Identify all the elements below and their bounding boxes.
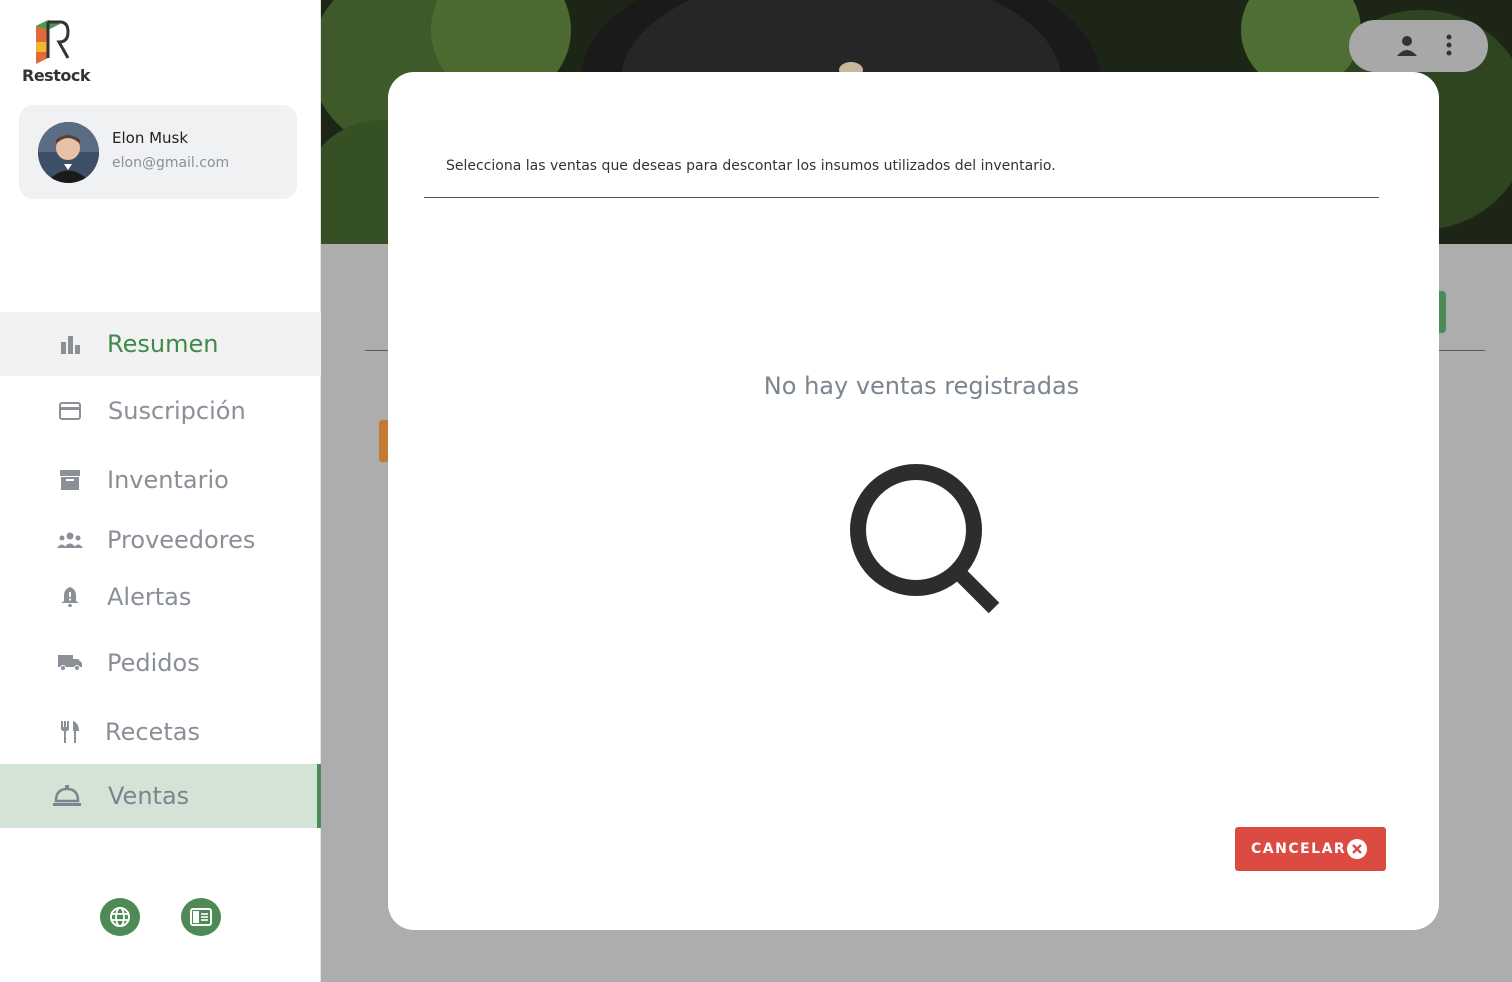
book-icon xyxy=(190,908,212,926)
sidebar-item-suscripcion[interactable]: Suscripción xyxy=(0,379,321,443)
sidebar-item-recetas[interactable]: Recetas xyxy=(0,700,321,764)
avatar xyxy=(38,122,99,183)
modal-description: Selecciona las ventas que deseas para de… xyxy=(446,158,1056,174)
sidebar-item-label: Alertas xyxy=(107,583,192,611)
logo[interactable]: Restock xyxy=(22,18,92,85)
room-service-bell-icon xyxy=(53,782,81,810)
sidebar-item-label: Proveedores xyxy=(107,526,256,554)
app-name: Restock xyxy=(22,66,90,85)
sidebar-item-label: Recetas xyxy=(105,718,200,746)
globe-icon xyxy=(110,907,130,927)
sidebar-item-proveedores[interactable]: Proveedores xyxy=(0,508,321,572)
sidebar-item-label: Inventario xyxy=(107,466,229,494)
bell-alert-icon xyxy=(56,583,84,611)
sales-select-modal: Selecciona las ventas que deseas para de… xyxy=(388,72,1439,930)
person-icon[interactable] xyxy=(1396,35,1418,57)
empty-state-message: No hay ventas registradas xyxy=(763,372,1080,400)
docs-button[interactable] xyxy=(181,898,221,936)
sidebar-item-label: Suscripción xyxy=(108,397,246,425)
search-icon xyxy=(850,464,1000,614)
sidebar: Restock Elon Musk elon@gmail.com Resumen… xyxy=(0,0,321,982)
sidebar-item-inventario[interactable]: Inventario xyxy=(0,448,321,512)
cancel-button[interactable]: CANCELAR xyxy=(1235,827,1386,871)
close-circle-icon xyxy=(1347,839,1367,859)
modal-divider xyxy=(424,197,1379,198)
fork-knife-icon xyxy=(56,718,84,746)
sidebar-item-alertas[interactable]: Alertas xyxy=(0,565,321,629)
more-vertical-icon[interactable] xyxy=(1445,34,1453,56)
truck-icon xyxy=(56,649,84,677)
sidebar-item-label: Pedidos xyxy=(107,649,200,677)
profile-name: Elon Musk xyxy=(112,129,189,147)
profile-card[interactable]: Elon Musk elon@gmail.com xyxy=(19,105,297,199)
bar-chart-icon xyxy=(56,330,84,358)
sidebar-item-label: Resumen xyxy=(107,330,219,358)
sidebar-item-pedidos[interactable]: Pedidos xyxy=(0,631,321,695)
credit-card-icon xyxy=(56,397,84,425)
sidebar-item-ventas[interactable]: Ventas xyxy=(0,764,321,828)
cancel-button-label: CANCELAR xyxy=(1251,841,1347,857)
restock-logo-icon xyxy=(36,20,70,64)
profile-email: elon@gmail.com xyxy=(112,155,230,171)
archive-icon xyxy=(56,466,84,494)
language-button[interactable] xyxy=(100,898,140,936)
people-icon xyxy=(56,526,84,554)
top-user-menu[interactable] xyxy=(1349,20,1488,72)
sidebar-item-resumen[interactable]: Resumen xyxy=(0,312,321,376)
sidebar-item-label: Ventas xyxy=(108,782,190,810)
